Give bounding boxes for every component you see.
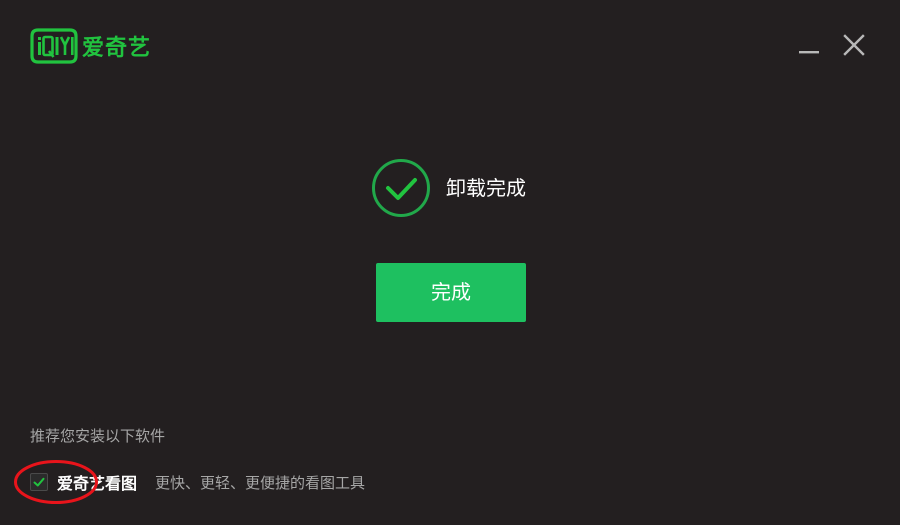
logo-text: 爱奇艺 (82, 36, 152, 61)
recommend-product-name: 爱奇艺看图 (57, 474, 138, 493)
close-icon (843, 34, 865, 56)
iqiyi-logo: 爱奇艺 (30, 27, 151, 65)
recommend-checkbox[interactable] (30, 473, 48, 491)
status-text: 卸载完成 (446, 176, 526, 200)
checkmark-icon (33, 477, 45, 487)
uninstall-window: 爱奇艺 卸载完成 完成 推荐您安装以下软件 爱奇艺看图 更快、更轻、更便捷的看图… (0, 0, 900, 525)
minimize-icon (799, 51, 819, 54)
check-circle-icon (372, 159, 430, 217)
recommend-title: 推荐您安装以下软件 (30, 427, 166, 445)
minimize-button[interactable] (795, 30, 825, 60)
done-button[interactable]: 完成 (376, 263, 526, 322)
recommend-item: 爱奇艺看图 更快、更轻、更便捷的看图工具 (30, 470, 365, 494)
recommend-product-description: 更快、更轻、更便捷的看图工具 (155, 473, 366, 492)
close-button[interactable] (839, 30, 869, 60)
iqiyi-logo-icon (30, 28, 78, 64)
